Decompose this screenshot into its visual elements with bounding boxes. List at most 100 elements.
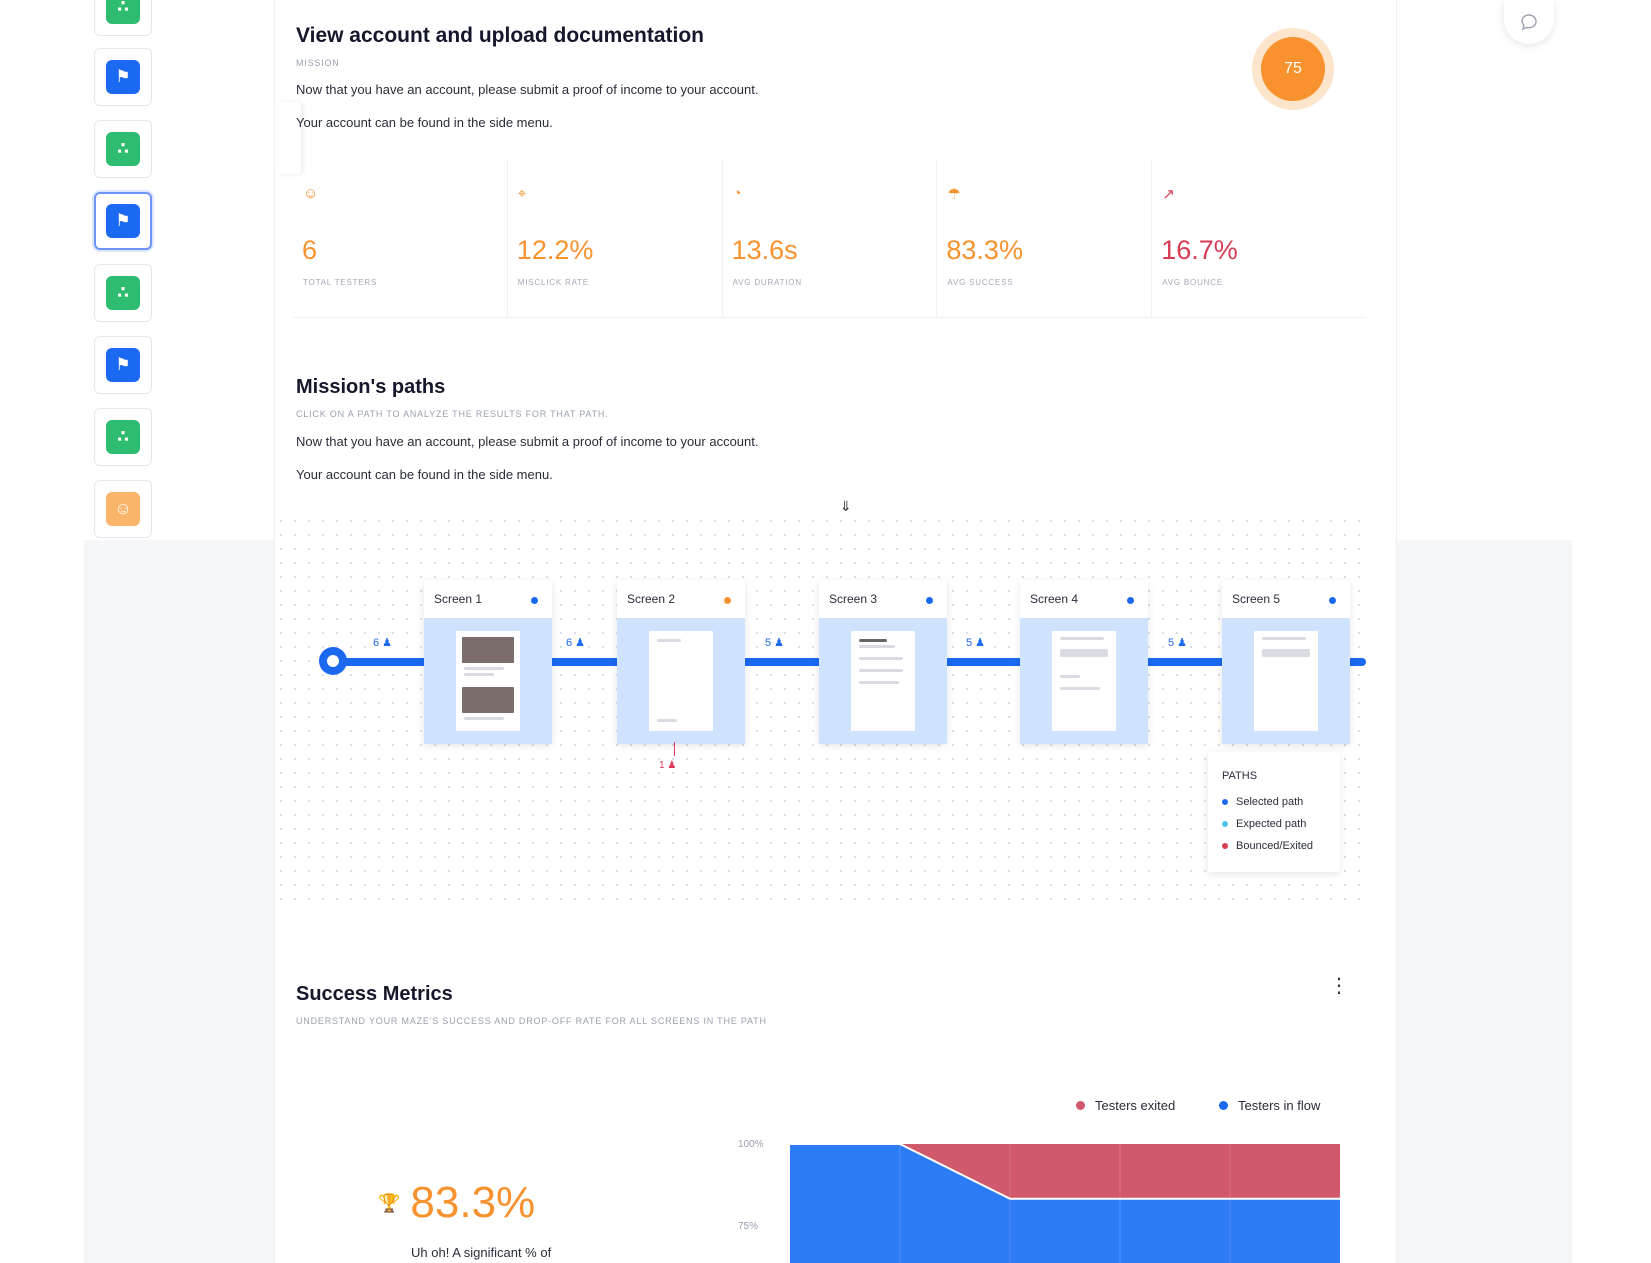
trophy-icon: 🏆	[378, 1192, 401, 1213]
sidebar-item[interactable]: ⚑	[94, 336, 152, 394]
screen-thumbnail-area	[819, 618, 947, 744]
paths-description-line2: Your account can be found in the side me…	[296, 467, 553, 482]
paths-legend-item: Selected path	[1222, 796, 1303, 808]
users-icon: ♟	[572, 637, 586, 649]
screen-name: Screen 3	[829, 592, 878, 606]
paths-caption: CLICK ON A PATH TO ANALYZE THE RESULTS F…	[296, 409, 609, 419]
screen-status-dot	[1329, 597, 1336, 604]
y-tick-label: 100%	[738, 1139, 764, 1150]
y-tick-label: 75%	[738, 1221, 758, 1232]
more-options-icon[interactable]: ⋮	[1329, 976, 1349, 996]
stat-label: AVG SUCCESS	[947, 278, 1014, 287]
feedback-icon: ☺	[106, 492, 140, 526]
stat-value: 16.7%	[1161, 235, 1238, 265]
legend-dot	[1222, 799, 1228, 805]
mission-description-line2: Your account can be found in the side me…	[296, 115, 553, 130]
stats-row: ☺ 6 TOTAL TESTERS ⌖ 12.2% MISCLICK RATE ◔ 13.6s…	[293, 160, 1366, 318]
sidebar-item[interactable]: ☺	[94, 480, 152, 538]
paths-title: Mission's paths	[296, 376, 446, 398]
screen-card[interactable]: Screen 3	[819, 580, 947, 744]
chat-button[interactable]	[1504, 0, 1554, 44]
edge-tester-count: 5 ♟	[1165, 636, 1191, 649]
path-start-node	[319, 647, 347, 675]
legend-dot	[1222, 821, 1228, 827]
mission-caption: MISSION	[296, 58, 340, 68]
legend-dot-in-flow	[1219, 1101, 1228, 1110]
mission-title: View account and upload documentation	[296, 24, 704, 47]
screen-name: Screen 1	[434, 592, 483, 606]
stat-label: AVG BOUNCE	[1162, 278, 1223, 287]
screen-card[interactable]: Screen 1	[424, 580, 552, 744]
flag-icon: ⚑	[106, 348, 140, 382]
screen-status-dot	[724, 597, 731, 604]
screen-thumbnail	[1254, 631, 1318, 731]
network-icon: ∴	[106, 420, 140, 454]
bounce-arrow	[674, 742, 675, 756]
bounce-count: 1 ♟	[659, 760, 677, 771]
sidebar-item[interactable]: ∴	[94, 120, 152, 178]
success-description: Uh oh! A significant % of	[411, 1245, 552, 1260]
screen-card[interactable]: Screen 4	[1020, 580, 1148, 744]
paths-legend: PATHS Selected path Expected path Bounced/…	[1208, 752, 1340, 872]
stat-card: ⌖ 12.2% MISCLICK RATE	[508, 160, 723, 317]
screen-name: Screen 2	[627, 592, 676, 606]
edge-tester-count: 5 ♟	[762, 636, 788, 649]
success-metric: 🏆 83.3%	[378, 1178, 535, 1228]
sidebar-item[interactable]: ∴	[94, 264, 152, 322]
legend-testers-in-flow: Testers in flow	[1219, 1098, 1320, 1113]
users-icon: ♟	[771, 637, 785, 649]
screen-thumbnail-area	[1222, 618, 1350, 744]
misclick-icon: ⌖	[517, 185, 527, 202]
edge-tester-count: 6 ♟	[370, 636, 396, 649]
mission-description-line1: Now that you have an account, please sub…	[296, 82, 759, 97]
screen-status-dot	[1127, 597, 1134, 604]
right-background	[1397, 540, 1572, 1263]
legend-label: Bounced/Exited	[1236, 840, 1314, 852]
stat-card: ☂ 83.3% AVG SUCCESS	[937, 160, 1153, 317]
screen-status-dot	[531, 597, 538, 604]
sidebar-item[interactable]: ⚑	[94, 48, 152, 106]
users-icon: ♟	[972, 637, 986, 649]
sidebar-item[interactable]: ∴	[94, 0, 152, 36]
score-badge: 75	[1252, 28, 1334, 110]
legend-label: Selected path	[1236, 796, 1304, 808]
stat-card: ◔ 13.6s AVG DURATION	[723, 160, 938, 317]
stat-card: ↗ 16.7% AVG BOUNCE	[1152, 160, 1366, 317]
legend-label-in-flow: Testers in flow	[1238, 1098, 1321, 1113]
chat-icon	[1521, 14, 1537, 31]
mission-sidebar: ∴ ⚑ ∴ ⚑ ∴ ⚑ ∴ ☺	[84, 0, 162, 540]
flag-icon: ⚑	[106, 204, 140, 238]
screen-thumbnail-area	[1020, 618, 1148, 744]
screen-thumbnail	[851, 631, 915, 731]
paths-legend-item: Bounced/Exited	[1222, 840, 1313, 852]
screen-card[interactable]: Screen 2	[617, 580, 745, 744]
users-icon: ♟	[379, 637, 393, 649]
stat-value: 13.6s	[731, 235, 798, 265]
left-background	[84, 540, 274, 1263]
clock-icon: ◔	[732, 185, 742, 202]
screen-status-dot	[926, 597, 933, 604]
trophy-icon: ☂	[947, 186, 961, 203]
sidebar-item[interactable]: ∴	[94, 408, 152, 466]
network-icon: ∴	[106, 0, 140, 24]
screen-thumbnail-area	[424, 618, 552, 744]
screen-card[interactable]: Screen 5	[1222, 580, 1350, 744]
edge-tester-count: 5 ♟	[963, 636, 989, 649]
legend-dot	[1222, 843, 1228, 849]
screen-thumbnail	[1052, 631, 1116, 731]
stat-label: MISCLICK RATE	[517, 278, 589, 287]
stat-value: 6	[302, 235, 318, 265]
sidebar-item[interactable]: ⚑	[94, 192, 152, 250]
chevrons-down-icon[interactable]: ⇓	[840, 498, 852, 515]
flag-icon: ⚑	[106, 60, 140, 94]
users-icon: ♟	[667, 760, 677, 771]
paths-description-line1: Now that you have an account, please sub…	[296, 434, 759, 449]
stat-value: 83.3%	[946, 235, 1023, 265]
stat-card: ☺ 6 TOTAL TESTERS	[293, 160, 508, 317]
legend-label-exited: Testers exited	[1095, 1098, 1176, 1113]
screen-thumbnail	[456, 631, 520, 731]
success-area-chart: 100% 75%	[738, 1139, 1340, 1263]
network-icon: ∴	[106, 276, 140, 310]
score-value: 75	[1261, 37, 1325, 101]
stat-label: TOTAL TESTERS	[303, 278, 378, 287]
